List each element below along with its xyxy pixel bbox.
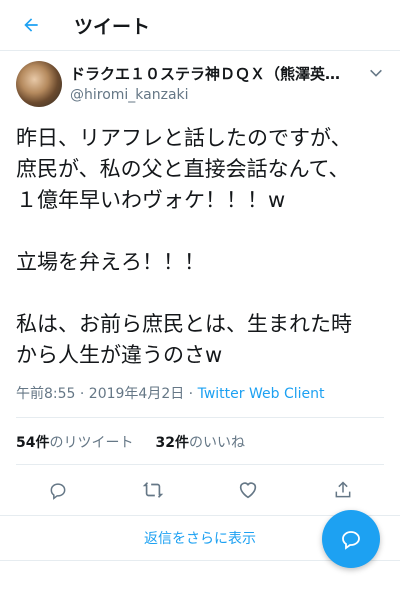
tweet-actions <box>0 465 400 516</box>
like-button[interactable] <box>235 477 261 503</box>
retweets-stat[interactable]: 54件のリツイート <box>16 432 133 452</box>
tweet-line: から人生が違うのさw <box>16 343 223 367</box>
retweets-count: 54件 <box>16 435 50 451</box>
avatar[interactable] <box>16 61 62 107</box>
tweet-line: 私は、お前ら庶民とは、生まれた時 <box>16 312 352 336</box>
back-button[interactable] <box>16 10 46 40</box>
reply-button[interactable] <box>45 477 71 503</box>
tweet-meta: 午前8:55 · 2019年4月2日 · Twitter Web Client <box>16 383 384 418</box>
retweet-icon <box>142 482 163 498</box>
chevron-down-icon <box>370 69 382 77</box>
tweet-text: 昨日、リアフレと話したのですが、 庶民が、私の父と直接会話なんて、 １億年早いわ… <box>16 123 384 371</box>
compose-reply-button[interactable] <box>322 510 380 568</box>
tweet-timestamp: 午前8:55 · 2019年4月2日 · <box>16 386 198 402</box>
top-bar: ツイート <box>0 0 400 51</box>
share-icon <box>335 481 350 498</box>
heart-icon <box>239 482 256 499</box>
tweet-line: 庶民が、私の父と直接会話なんて、 <box>16 157 350 181</box>
compose-reply-icon <box>342 531 360 550</box>
tweet-line: 立場を弁えろ！！！ <box>16 250 205 274</box>
tweet: ドラクエ１０ステラ神ＤＱＸ（熊澤英… @hiromi_kanzaki 昨日、リア… <box>0 51 400 465</box>
likes-count: 32件 <box>155 435 189 451</box>
reply-icon <box>50 483 65 500</box>
tweet-line: １億年早いわヴォケ！！！w <box>16 188 286 212</box>
retweet-button[interactable] <box>140 477 166 503</box>
tweet-line: 昨日、リアフレと話したのですが、 <box>16 126 352 150</box>
author-handle[interactable]: @hiromi_kanzaki <box>70 87 350 103</box>
share-button[interactable] <box>330 477 356 503</box>
author-name[interactable]: ドラクエ１０ステラ神ＤＱＸ（熊澤英… <box>70 63 350 84</box>
tweet-author: ドラクエ１０ステラ神ＤＱＸ（熊澤英… @hiromi_kanzaki <box>16 61 384 113</box>
tweet-menu-button[interactable] <box>368 65 384 81</box>
page-title: ツイート <box>74 15 151 38</box>
tweet-source-link[interactable]: Twitter Web Client <box>198 386 325 402</box>
likes-stat[interactable]: 32件のいいね <box>155 432 244 452</box>
arrow-left-icon <box>24 18 38 32</box>
likes-label: のいいね <box>188 435 245 451</box>
tweet-stats: 54件のリツイート 32件のいいね <box>16 418 384 465</box>
retweets-label: のリツイート <box>49 435 134 451</box>
